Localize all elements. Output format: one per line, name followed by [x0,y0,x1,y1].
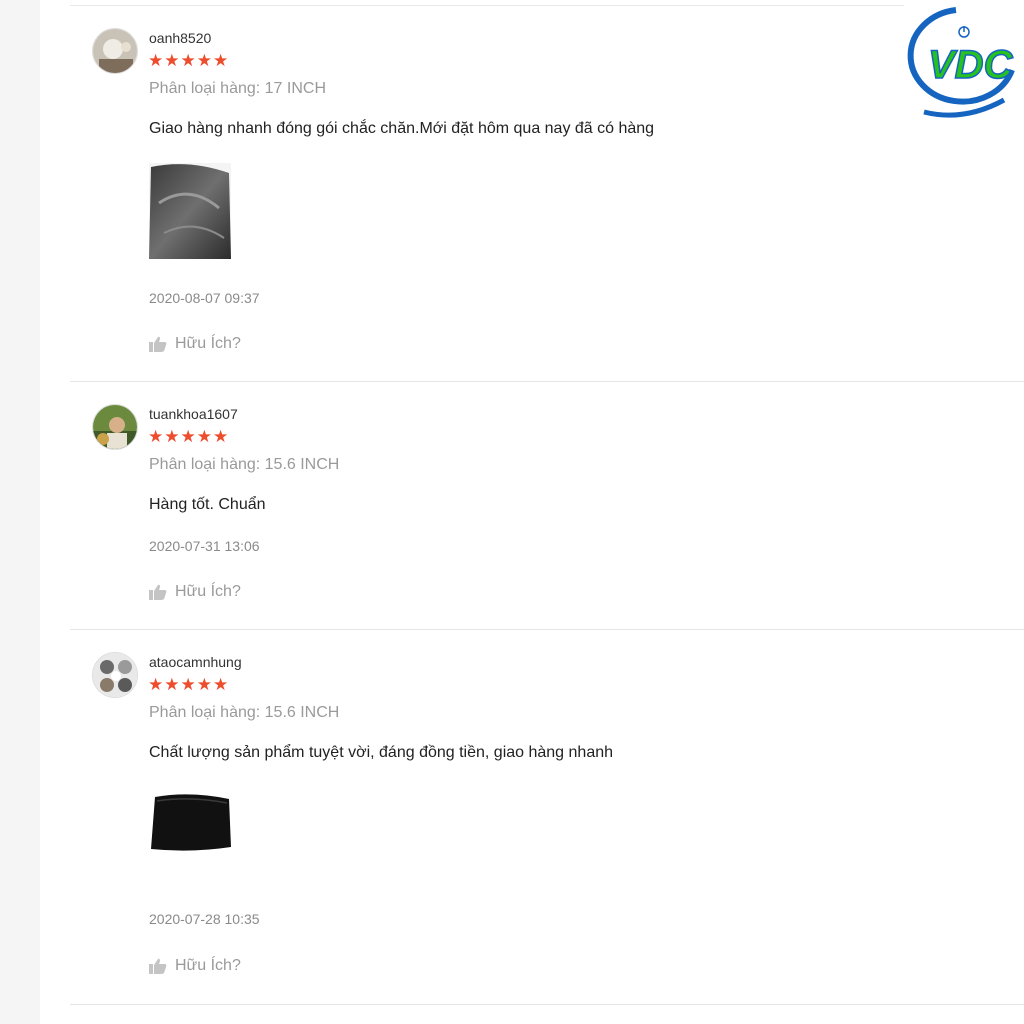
helpful-button[interactable]: Hữu Ích? [149,335,241,353]
avatar[interactable] [92,404,138,450]
review-photo[interactable] [149,163,231,259]
review-timestamp: 2020-08-07 09:37 [149,290,260,306]
review-item: tuankhoa1607 ★★★★★ Phân loại hàng: 15.6 … [70,382,1024,630]
review-comment: Chất lượng sản phẩm tuyệt vời, đáng đồng… [149,744,614,761]
review-photo[interactable] [149,787,231,883]
rating-stars: ★★★★★ [148,51,230,70]
helpful-label: Hữu Ích? [175,335,241,352]
helpful-label: Hữu Ích? [175,957,241,974]
review-comment: Giao hàng nhanh đóng gói chắc chăn.Mới đ… [149,120,655,137]
thumbs-up-icon [149,958,167,974]
thumbs-up-icon [149,584,167,600]
review-variant: Phân loại hàng: 15.6 INCH [149,456,340,473]
helpful-button[interactable]: Hữu Ích? [149,957,241,975]
review-timestamp: 2020-07-31 13:06 [149,538,260,554]
rating-stars: ★★★★★ [148,675,230,694]
helpful-label: Hữu Ích? [175,583,241,600]
review-comment: Hàng tốt. Chuẩn [149,496,266,513]
thumbs-up-icon [149,336,167,352]
review-item: ataocamnhung ★★★★★ Phân loại hàng: 15.6 … [70,630,1024,1005]
review-item: oanh8520 ★★★★★ Phân loại hàng: 17 INCH G… [70,6,1024,382]
review-variant: Phân loại hàng: 17 INCH [149,80,326,97]
review-username[interactable]: ataocamnhung [149,654,242,670]
review-timestamp: 2020-07-28 10:35 [149,911,260,927]
page-left-margin [0,0,40,1024]
review-username[interactable]: tuankhoa1607 [149,406,238,422]
helpful-button[interactable]: Hữu Ích? [149,583,241,601]
avatar[interactable] [92,28,138,74]
rating-stars: ★★★★★ [148,427,230,446]
review-variant: Phân loại hàng: 15.6 INCH [149,704,340,721]
avatar[interactable] [92,652,138,698]
review-username[interactable]: oanh8520 [149,30,211,46]
